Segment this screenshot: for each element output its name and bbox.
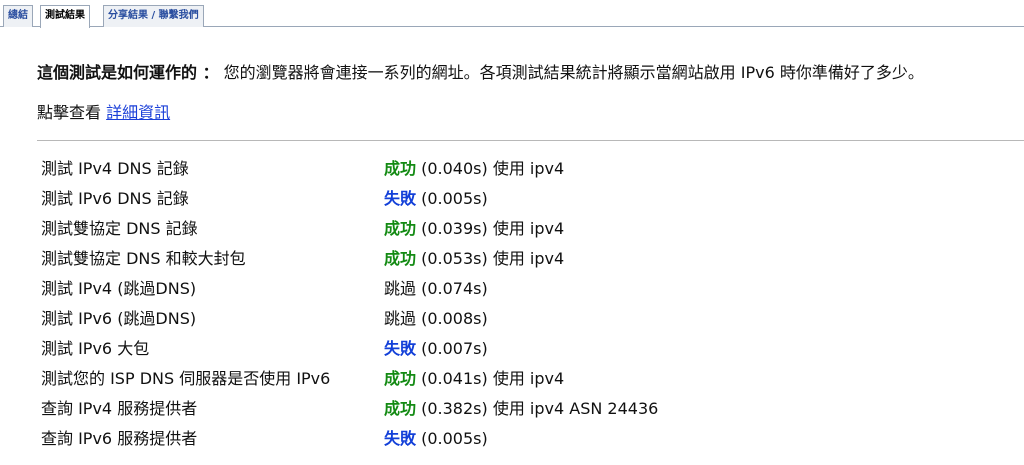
test-result: 跳過 (0.008s)	[384, 302, 658, 332]
test-result: 失敗 (0.007s)	[384, 332, 658, 362]
test-result: 失敗 (0.005s)	[384, 422, 658, 452]
result-detail: (0.007s)	[421, 339, 488, 358]
result-detail: (0.074s)	[421, 279, 488, 298]
test-name: 測試 IPv6 DNS 記錄	[41, 189, 189, 208]
test-name: 查詢 IPv6 服務提供者	[41, 429, 198, 448]
divider	[37, 140, 1024, 141]
result-detail: (0.005s)	[421, 189, 488, 208]
tab-summary[interactable]: 總結	[3, 5, 33, 27]
test-result: 成功 (0.039s) 使用 ipv4	[384, 212, 658, 242]
intro-paragraph: 這個測試是如何運作的 ： 您的瀏覽器將會連接一系列的網址。各項測試結果統計將顯示…	[37, 61, 1024, 85]
test-result: 失敗 (0.005s)	[384, 182, 658, 212]
intro-lead: 這個測試是如何運作的 ：	[37, 63, 219, 82]
result-detail: (0.039s) 使用 ipv4	[421, 219, 565, 238]
detail-link[interactable]: 詳細資訊	[106, 103, 170, 122]
table-row: 測試您的 ISP DNS 伺服器是否使用 IPv6 成功 (0.041s) 使用 …	[37, 362, 658, 392]
table-row: 測試 IPv6 DNS 記錄 失敗 (0.005s)	[37, 182, 658, 212]
result-detail: (0.053s) 使用 ipv4	[421, 249, 565, 268]
test-result: 跳過 (0.074s)	[384, 272, 658, 302]
tab-test-results[interactable]: 測試結果	[40, 5, 90, 28]
test-name: 測試 IPv6 大包	[41, 339, 150, 358]
test-name: 測試雙協定 DNS 記錄	[41, 219, 198, 238]
test-name: 測試 IPv6 (跳過DNS)	[41, 309, 197, 328]
status-badge: 失敗	[384, 189, 417, 208]
tab-bar: 總結 測試結果 分享結果 / 聯繫我們	[0, 0, 1024, 28]
table-row: 查詢 IPv4 服務提供者 成功 (0.382s) 使用 ipv4 ASN 244…	[37, 392, 658, 422]
main-content: 這個測試是如何運作的 ： 您的瀏覽器將會連接一系列的網址。各項測試結果統計將顯示…	[0, 61, 1024, 452]
status-badge: 成功	[384, 219, 417, 238]
test-name: 測試您的 ISP DNS 伺服器是否使用 IPv6	[41, 369, 331, 388]
table-row: 測試 IPv6 (跳過DNS) 跳過 (0.008s)	[37, 302, 658, 332]
table-row: 測試 IPv4 (跳過DNS) 跳過 (0.074s)	[37, 272, 658, 302]
status-badge: 成功	[384, 399, 417, 418]
test-name: 測試雙協定 DNS 和較大封包	[41, 249, 246, 268]
status-badge: 成功	[384, 159, 417, 178]
table-row: 測試雙協定 DNS 記錄 成功 (0.039s) 使用 ipv4	[37, 212, 658, 242]
test-name: 測試 IPv4 DNS 記錄	[41, 159, 189, 178]
status-badge: 跳過	[384, 309, 417, 328]
test-result: 成功 (0.382s) 使用 ipv4 ASN 24436	[384, 392, 658, 422]
detail-prefix: 點擊查看	[37, 103, 107, 122]
result-detail: (0.040s) 使用 ipv4	[421, 159, 565, 178]
result-detail: (0.008s)	[421, 309, 488, 328]
detail-line: 點擊查看 詳細資訊	[37, 102, 1024, 124]
table-row: 測試 IPv4 DNS 記錄 成功 (0.040s) 使用 ipv4	[37, 152, 658, 182]
test-name: 查詢 IPv4 服務提供者	[41, 399, 198, 418]
status-badge: 成功	[384, 249, 417, 268]
intro-text: 您的瀏覽器將會連接一系列的網址。各項測試結果統計將顯示當網站啟用 IPv6 時你…	[218, 63, 924, 82]
result-detail: (0.041s) 使用 ipv4	[421, 369, 565, 388]
table-row: 測試 IPv6 大包 失敗 (0.007s)	[37, 332, 658, 362]
result-detail: (0.005s)	[421, 429, 488, 448]
test-result: 成功 (0.040s) 使用 ipv4	[384, 152, 658, 182]
test-name: 測試 IPv4 (跳過DNS)	[41, 279, 197, 298]
status-badge: 失敗	[384, 429, 417, 448]
test-result: 成功 (0.041s) 使用 ipv4	[384, 362, 658, 392]
status-badge: 成功	[384, 369, 417, 388]
table-row: 測試雙協定 DNS 和較大封包 成功 (0.053s) 使用 ipv4	[37, 242, 658, 272]
test-result: 成功 (0.053s) 使用 ipv4	[384, 242, 658, 272]
status-badge: 失敗	[384, 339, 417, 358]
tab-share-contact[interactable]: 分享結果 / 聯繫我們	[103, 5, 204, 27]
status-badge: 跳過	[384, 279, 417, 298]
results-table: 測試 IPv4 DNS 記錄 成功 (0.040s) 使用 ipv4 測試 IPv6…	[37, 152, 658, 452]
result-detail: (0.382s) 使用 ipv4 ASN 24436	[421, 399, 659, 418]
table-row: 查詢 IPv6 服務提供者 失敗 (0.005s)	[37, 422, 658, 452]
